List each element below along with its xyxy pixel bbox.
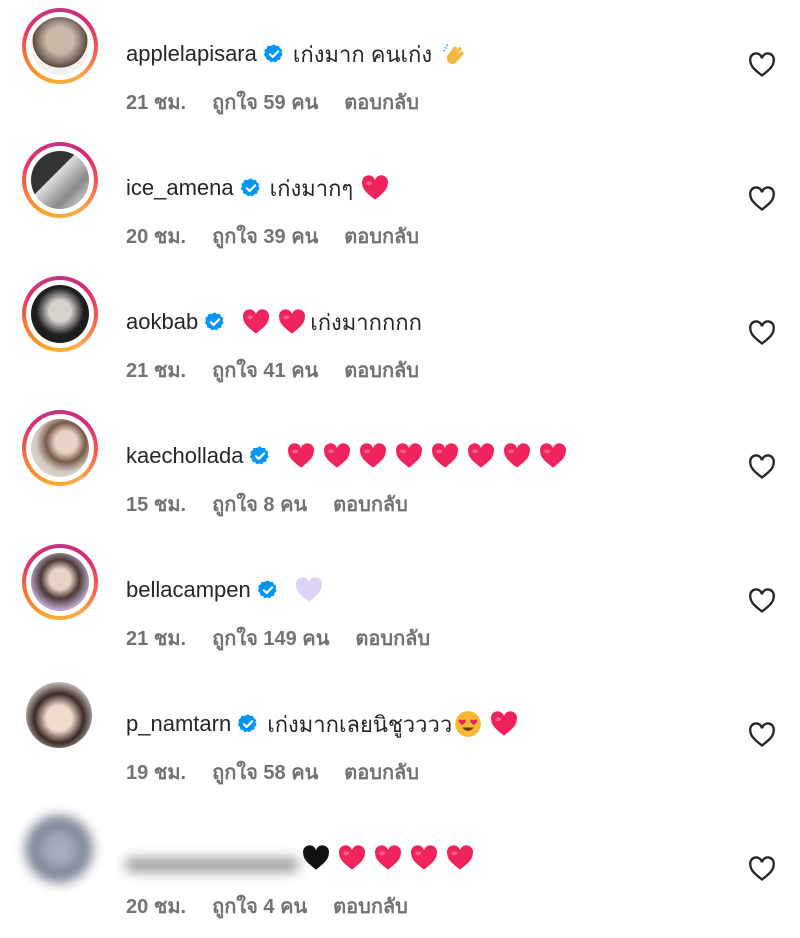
comment-likes[interactable]: ถูกใจ 59 คน	[212, 86, 318, 118]
comment-time: 20 ชม.	[126, 226, 187, 248]
verified-badge-icon	[249, 445, 271, 467]
reply-button[interactable]: ตอบกลับ	[333, 488, 408, 520]
avatar[interactable]	[22, 812, 98, 888]
comment-text: เก่งมากกกก	[310, 309, 422, 335]
comment-likes[interactable]: ถูกใจ 58 คน	[212, 756, 318, 788]
like-heart-icon[interactable]	[748, 186, 776, 212]
comment-time: 21 ชม.	[126, 360, 187, 382]
verified-badge-icon	[204, 311, 226, 333]
comment-item: bellacampen 21 ชม. ถูกใจ 149 คน ตอบกลับ	[0, 536, 800, 670]
black-heart-icon	[302, 844, 330, 872]
comment-item: applelapisara เก่งมาก คนเก่ง 21 ชม. ถูกใ…	[0, 0, 800, 134]
comment-time: 15 ชม.	[126, 494, 187, 516]
red-heart-icon	[490, 710, 518, 738]
red-heart-icon	[287, 442, 315, 470]
verified-badge-icon	[263, 43, 285, 65]
avatar[interactable]	[22, 678, 98, 754]
reply-button[interactable]: ตอบกลับ	[344, 220, 419, 252]
like-heart-icon[interactable]	[748, 320, 776, 346]
like-heart-icon[interactable]	[748, 722, 776, 748]
comment-item: kaechollada 15 ชม. ถูกใจ 8 คน ตอบกลับ	[0, 402, 800, 536]
avatar[interactable]	[22, 410, 98, 486]
like-heart-icon[interactable]	[748, 454, 776, 480]
red-heart-icon	[374, 844, 402, 872]
red-heart-icon	[410, 844, 438, 872]
comment-item: ice_amena เก่งมากๆ 20 ชม. ถูกใจ 39 คน ตอ…	[0, 134, 800, 268]
comment-item: 20 ชม. ถูกใจ 4 คน ตอบกลับ	[0, 804, 800, 938]
red-heart-icon	[323, 442, 351, 470]
red-heart-icon	[467, 442, 495, 470]
like-heart-icon[interactable]	[748, 588, 776, 614]
comment-username[interactable]: bellacampen	[126, 577, 251, 603]
red-heart-icon	[539, 442, 567, 470]
red-heart-icon	[503, 442, 531, 470]
comment-username[interactable]: ice_amena	[126, 175, 234, 201]
red-heart-icon	[361, 174, 389, 202]
comment-username[interactable]: kaechollada	[126, 443, 243, 469]
verified-badge-icon	[240, 177, 262, 199]
like-heart-icon[interactable]	[748, 856, 776, 882]
comment-text: เก่งมากเลยนิชูวววว	[267, 711, 453, 737]
comment-username[interactable]: p_namtarn	[126, 711, 231, 737]
comment-username[interactable]	[126, 858, 298, 872]
like-heart-icon[interactable]	[748, 52, 776, 78]
comment-username[interactable]: aokbab	[126, 309, 198, 335]
reply-button[interactable]: ตอบกลับ	[333, 890, 408, 922]
comment-text: เก่งมาก คนเก่ง	[292, 41, 433, 67]
avatar[interactable]	[22, 544, 98, 620]
comment-likes[interactable]: ถูกใจ 39 คน	[212, 220, 318, 252]
comment-text: เก่งมากๆ	[269, 175, 354, 201]
avatar[interactable]	[22, 8, 98, 84]
comment-item: aokbab เก่งมากกกก 21 ชม. ถูกใจ 41 คน ตอบ…	[0, 268, 800, 402]
red-heart-icon	[242, 308, 270, 336]
red-heart-icon	[431, 442, 459, 470]
avatar[interactable]	[22, 276, 98, 352]
comment-time: 21 ชม.	[126, 628, 187, 650]
red-heart-icon	[446, 844, 474, 872]
verified-badge-icon	[257, 579, 279, 601]
red-heart-icon	[278, 308, 306, 336]
reply-button[interactable]: ตอบกลับ	[344, 756, 419, 788]
comment-username[interactable]: applelapisara	[126, 41, 257, 67]
reply-button[interactable]: ตอบกลับ	[355, 622, 430, 654]
reply-button[interactable]: ตอบกลับ	[344, 86, 419, 118]
red-heart-icon	[395, 442, 423, 470]
comment-time: 19 ชม.	[126, 762, 187, 784]
verified-badge-icon	[237, 713, 259, 735]
comment-time: 21 ชม.	[126, 92, 187, 114]
clapping-hands-icon	[440, 40, 468, 68]
comment-likes[interactable]: ถูกใจ 8 คน	[212, 488, 307, 520]
heart-eyes-face-icon	[454, 710, 482, 738]
avatar[interactable]	[22, 142, 98, 218]
reply-button[interactable]: ตอบกลับ	[344, 354, 419, 386]
red-heart-icon	[338, 844, 366, 872]
comment-likes[interactable]: ถูกใจ 4 คน	[212, 890, 307, 922]
comment-item: p_namtarn เก่งมากเลยนิชูวววว 19 ชม. ถูกใ…	[0, 670, 800, 804]
comment-time: 20 ชม.	[126, 896, 187, 918]
comment-likes[interactable]: ถูกใจ 149 คน	[212, 622, 329, 654]
red-heart-icon	[359, 442, 387, 470]
light-purple-heart-icon	[295, 576, 323, 604]
comment-likes[interactable]: ถูกใจ 41 คน	[212, 354, 318, 386]
